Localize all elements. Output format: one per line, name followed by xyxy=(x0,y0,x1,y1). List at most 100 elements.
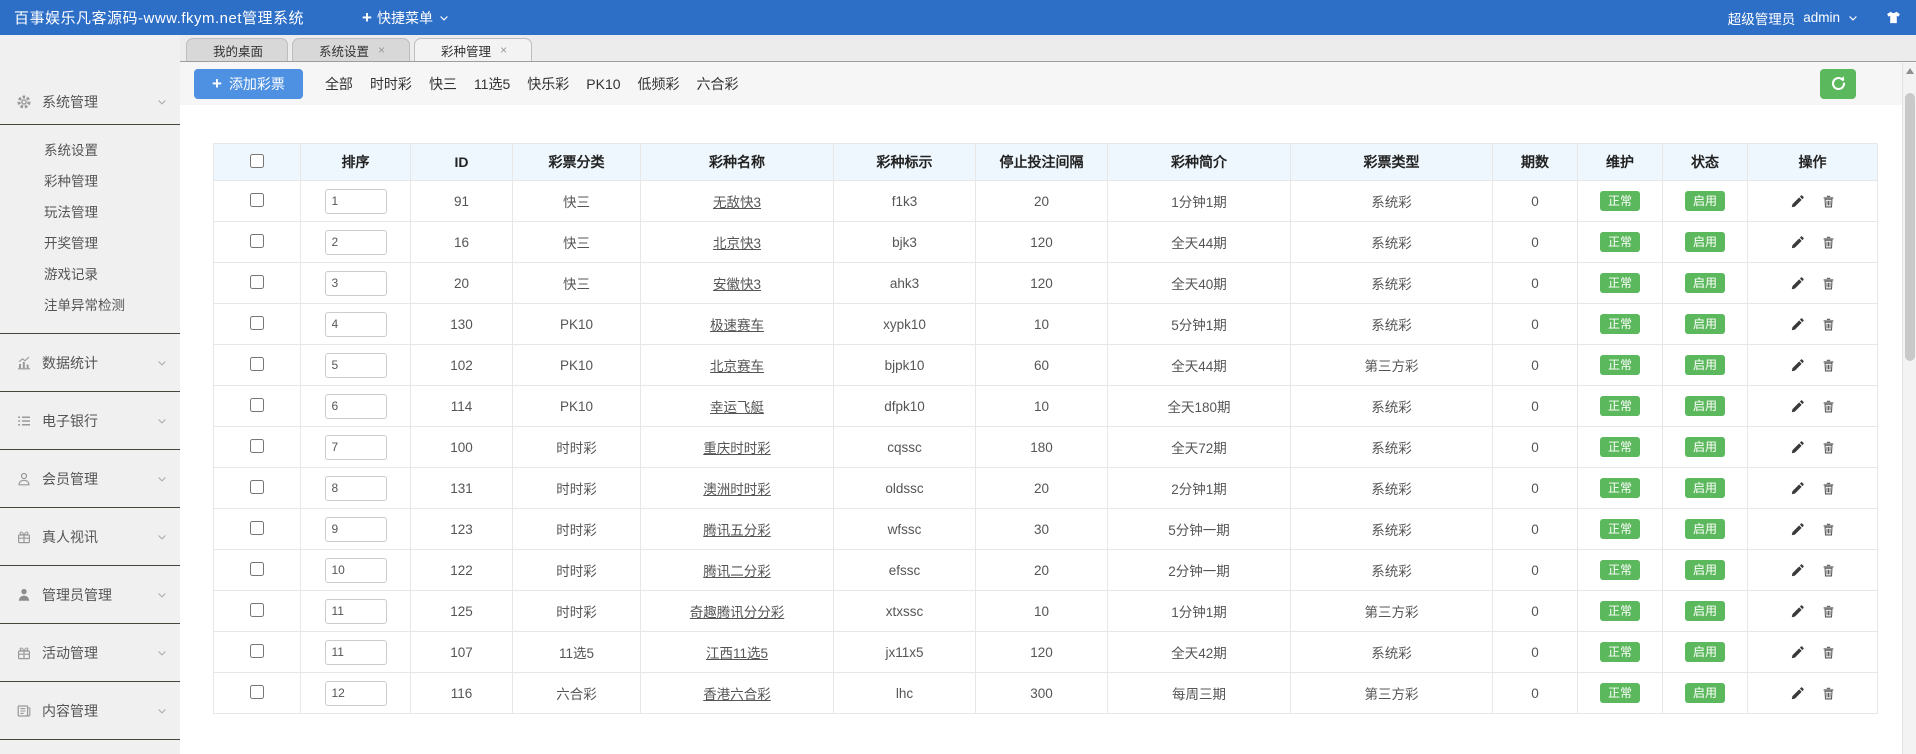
maintain-badge[interactable]: 正常 xyxy=(1599,683,1640,703)
row-checkbox[interactable] xyxy=(250,520,264,535)
lottery-name-link[interactable]: 澳洲时时彩 xyxy=(703,482,771,497)
delete-button[interactable] xyxy=(1821,194,1836,209)
edit-button[interactable] xyxy=(1790,481,1805,496)
delete-button[interactable] xyxy=(1821,645,1836,660)
status-badge[interactable]: 启用 xyxy=(1684,314,1725,334)
lottery-name-link[interactable]: 奇趣腾讯分分彩 xyxy=(690,605,785,620)
lottery-name-link[interactable]: 北京赛车 xyxy=(710,359,764,374)
edit-button[interactable] xyxy=(1790,686,1805,701)
delete-button[interactable] xyxy=(1821,563,1836,578)
row-checkbox[interactable] xyxy=(250,233,264,248)
edit-button[interactable] xyxy=(1790,563,1805,578)
filter-lhc[interactable]: 六合彩 xyxy=(697,74,739,94)
sort-input[interactable] xyxy=(324,475,387,501)
tab-lottery-management[interactable]: 彩种管理 × xyxy=(414,38,533,61)
sidebar-subitem-lottery-management[interactable]: 彩种管理 xyxy=(0,166,180,197)
filter-k3[interactable]: 快三 xyxy=(429,74,457,94)
sort-input[interactable] xyxy=(324,598,387,624)
edit-button[interactable] xyxy=(1790,358,1805,373)
sort-input[interactable] xyxy=(324,639,387,665)
lottery-name-link[interactable]: 重庆时时彩 xyxy=(703,441,771,456)
sidebar-item-system-management[interactable]: 系统管理 xyxy=(0,80,180,124)
theme-tshirt-button[interactable] xyxy=(1885,9,1902,26)
status-badge[interactable]: 启用 xyxy=(1684,437,1725,457)
quick-menu-button[interactable]: + 快捷菜单 xyxy=(362,8,450,28)
status-badge[interactable]: 启用 xyxy=(1684,232,1725,252)
delete-button[interactable] xyxy=(1821,440,1836,455)
lottery-name-link[interactable]: 安徽快3 xyxy=(713,277,761,292)
sort-input[interactable] xyxy=(324,434,387,460)
maintain-badge[interactable]: 正常 xyxy=(1599,191,1640,211)
status-badge[interactable]: 启用 xyxy=(1684,601,1725,621)
row-checkbox[interactable] xyxy=(250,192,264,207)
edit-button[interactable] xyxy=(1790,522,1805,537)
row-checkbox[interactable] xyxy=(250,438,264,453)
filter-ssc[interactable]: 时时彩 xyxy=(370,74,412,94)
sidebar-item-member-management[interactable]: 会员管理 xyxy=(0,450,180,507)
sidebar-item-activity-management[interactable]: 活动管理 xyxy=(0,624,180,681)
sort-input[interactable] xyxy=(324,516,387,542)
status-badge[interactable]: 启用 xyxy=(1684,519,1725,539)
tab-my-desktop[interactable]: 我的桌面 xyxy=(186,38,289,61)
sort-input[interactable] xyxy=(324,680,387,706)
close-icon[interactable]: × xyxy=(500,44,507,56)
sort-input[interactable] xyxy=(324,393,387,419)
sidebar-item-data-statistics[interactable]: 数据统计 xyxy=(0,334,180,391)
maintain-badge[interactable]: 正常 xyxy=(1599,314,1640,334)
refresh-button[interactable] xyxy=(1820,68,1856,99)
add-lottery-button[interactable]: + 添加彩票 xyxy=(194,68,303,99)
lottery-name-link[interactable]: 腾讯二分彩 xyxy=(703,564,771,579)
sidebar-subitem-game-records[interactable]: 游戏记录 xyxy=(0,259,180,290)
status-badge[interactable]: 启用 xyxy=(1684,355,1725,375)
row-checkbox[interactable] xyxy=(250,479,264,494)
maintain-badge[interactable]: 正常 xyxy=(1599,642,1640,662)
delete-button[interactable] xyxy=(1821,686,1836,701)
sidebar-item-admin-management[interactable]: 管理员管理 xyxy=(0,566,180,623)
lottery-name-link[interactable]: 腾讯五分彩 xyxy=(703,523,771,538)
maintain-badge[interactable]: 正常 xyxy=(1599,601,1640,621)
delete-button[interactable] xyxy=(1821,276,1836,291)
tab-system-settings[interactable]: 系统设置 × xyxy=(292,38,411,61)
filter-pk10[interactable]: PK10 xyxy=(586,76,620,92)
edit-button[interactable] xyxy=(1790,604,1805,619)
sidebar-item-ops-management[interactable]: 运维管理 xyxy=(0,740,180,754)
status-badge[interactable]: 启用 xyxy=(1684,273,1725,293)
filter-klc[interactable]: 快乐彩 xyxy=(527,74,569,94)
sort-input[interactable] xyxy=(324,352,387,378)
maintain-badge[interactable]: 正常 xyxy=(1599,478,1640,498)
delete-button[interactable] xyxy=(1821,358,1836,373)
sidebar-item-live-video[interactable]: 真人视讯 xyxy=(0,508,180,565)
status-badge[interactable]: 启用 xyxy=(1684,683,1725,703)
filter-low-freq[interactable]: 低频彩 xyxy=(638,74,680,94)
row-checkbox[interactable] xyxy=(250,274,264,289)
filter-all[interactable]: 全部 xyxy=(325,74,353,94)
maintain-badge[interactable]: 正常 xyxy=(1599,232,1640,252)
sort-input[interactable] xyxy=(324,557,387,583)
delete-button[interactable] xyxy=(1821,522,1836,537)
edit-button[interactable] xyxy=(1790,399,1805,414)
row-checkbox[interactable] xyxy=(250,684,264,699)
status-badge[interactable]: 启用 xyxy=(1684,560,1725,580)
sidebar-item-e-bank[interactable]: 电子银行 xyxy=(0,392,180,449)
filter-11x5[interactable]: 11选5 xyxy=(474,74,510,94)
edit-button[interactable] xyxy=(1790,645,1805,660)
sidebar-subitem-bet-anomaly-check[interactable]: 注单异常检测 xyxy=(0,290,180,321)
maintain-badge[interactable]: 正常 xyxy=(1599,273,1640,293)
maintain-badge[interactable]: 正常 xyxy=(1599,560,1640,580)
delete-button[interactable] xyxy=(1821,481,1836,496)
lottery-name-link[interactable]: 北京快3 xyxy=(713,236,761,251)
delete-button[interactable] xyxy=(1821,317,1836,332)
lottery-name-link[interactable]: 无敌快3 xyxy=(713,195,761,210)
maintain-badge[interactable]: 正常 xyxy=(1599,519,1640,539)
maintain-badge[interactable]: 正常 xyxy=(1599,355,1640,375)
close-icon[interactable]: × xyxy=(378,44,385,56)
row-checkbox[interactable] xyxy=(250,643,264,658)
row-checkbox[interactable] xyxy=(250,356,264,371)
delete-button[interactable] xyxy=(1821,235,1836,250)
sidebar-subitem-draw-management[interactable]: 开奖管理 xyxy=(0,228,180,259)
sidebar-item-content-management[interactable]: 内容管理 xyxy=(0,682,180,739)
delete-button[interactable] xyxy=(1821,399,1836,414)
edit-button[interactable] xyxy=(1790,440,1805,455)
scroll-up-button[interactable] xyxy=(1903,63,1916,79)
maintain-badge[interactable]: 正常 xyxy=(1599,437,1640,457)
